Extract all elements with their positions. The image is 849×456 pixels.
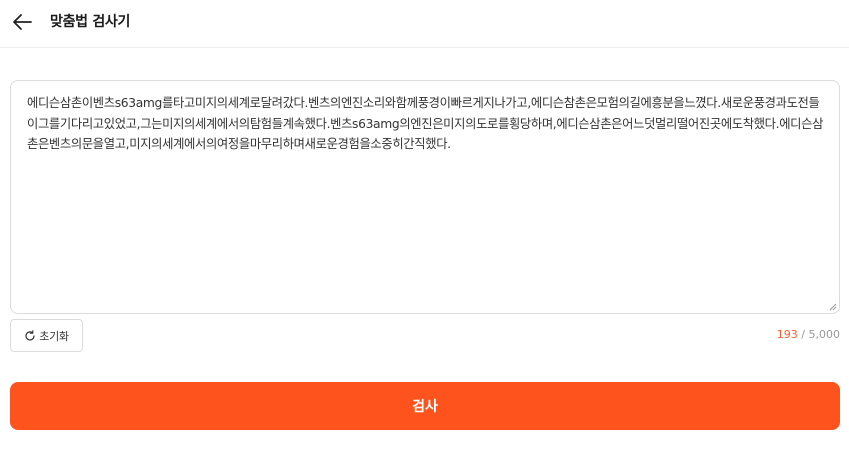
reset-label: 초기화 [39, 329, 69, 343]
char-count: 193 [776, 328, 798, 341]
char-counter: 193 / 5,000 [777, 328, 840, 341]
refresh-icon [25, 329, 35, 340]
back-button[interactable] [10, 10, 34, 34]
reset-button[interactable]: 초기화 [10, 319, 83, 352]
resize-handle-icon[interactable] [829, 303, 837, 311]
char-limit: 5,000 [808, 328, 841, 341]
char-separator: / [797, 328, 809, 341]
text-input-area[interactable]: 에디슨삼촌이벤츠s63amg를타고미지의세계로달려갔다.벤츠의엔진소리와함께풍경… [10, 80, 840, 314]
editor-text[interactable]: 에디슨삼촌이벤츠s63amg를타고미지의세계로달려갔다.벤츠의엔진소리와함께풍경… [27, 93, 825, 155]
header-bar: 맞춤법 검사기 [0, 0, 849, 48]
arrow-left-icon [13, 14, 32, 30]
check-button-label: 검사 [412, 399, 438, 415]
check-button[interactable]: 검사 [10, 382, 840, 430]
page-title: 맞춤법 검사기 [50, 14, 131, 30]
